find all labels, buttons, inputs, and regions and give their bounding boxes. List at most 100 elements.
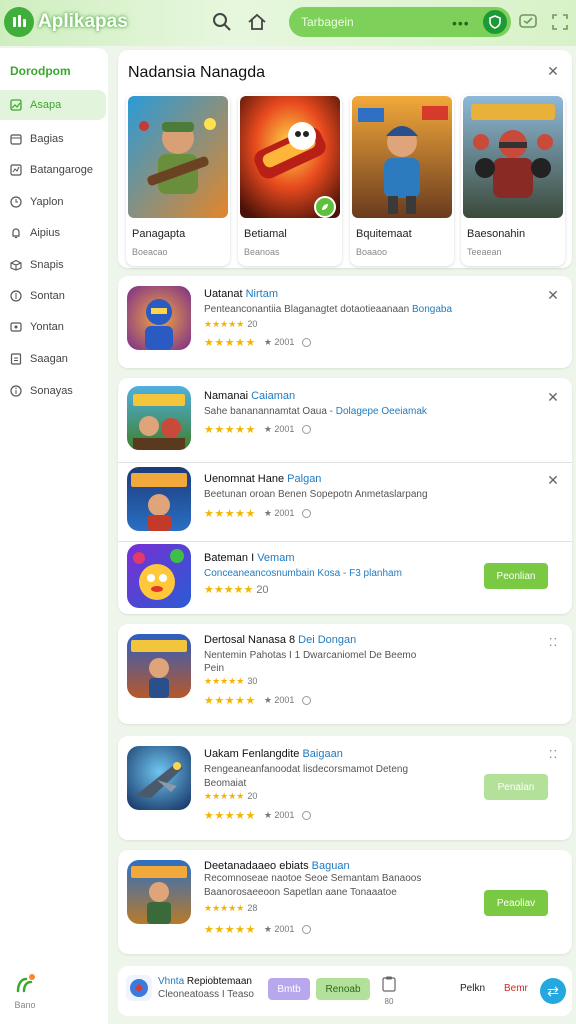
app-list-item[interactable]: Uakam Fenlangdite Baigaan Rengeaneanfano… <box>118 736 572 840</box>
file-icon <box>10 353 22 365</box>
info-icon <box>10 385 22 397</box>
app-title: Namanai Caiaman <box>204 390 296 402</box>
app-icon <box>127 544 191 608</box>
game-name: Betiamal <box>244 228 287 240</box>
shield-icon[interactable] <box>483 10 507 34</box>
search-bar[interactable]: ••• <box>289 7 511 37</box>
sidebar-item-yontan[interactable]: Yontan <box>0 312 106 342</box>
app-list-item[interactable]: Bateman I Vemam Conceaneancosnumbain Kos… <box>118 542 572 614</box>
sidebar-item-label: Sontan <box>30 290 65 302</box>
install-button[interactable]: Penalan <box>484 774 548 800</box>
rating-stars: ★★★★★ <box>204 695 256 707</box>
info-icon[interactable] <box>302 425 312 434</box>
clipboard-icon[interactable]: 80 <box>380 976 398 1006</box>
expand-icon[interactable] <box>548 10 572 34</box>
install-button[interactable]: Peonlian <box>484 563 548 589</box>
info-icon[interactable] <box>302 509 312 518</box>
install-button[interactable]: Peaoliav <box>484 890 548 916</box>
clipboard-count: 80 <box>384 997 394 1006</box>
sidebar-item-aipius[interactable]: Aipius <box>0 218 106 248</box>
mini-rating: ★★★★★ 20 <box>204 319 258 329</box>
game-card[interactable]: Bquitemaat Boaaoo <box>350 94 454 266</box>
clock-icon <box>10 196 22 208</box>
close-icon[interactable]: ✕ <box>546 390 560 404</box>
sidebar-item-sonayas[interactable]: Sonayas <box>0 376 106 406</box>
sidebar-item-yaplon[interactable]: Yaplon <box>0 187 106 217</box>
app-title: Uenomnat Hane Palgan <box>204 473 322 485</box>
app-description-line2: Baanorosaeeoon Sapetlan aane Tonaaatoe <box>204 887 397 898</box>
app-list-item[interactable]: Uenomnat Hane Palgan Beetunan oroan Bene… <box>118 463 572 541</box>
close-icon[interactable]: ✕ <box>546 288 560 302</box>
sidebar-item-sontan[interactable]: Sontan <box>0 281 106 311</box>
secondary-button[interactable]: Bmtb <box>268 978 310 1000</box>
app-description: Conceaneancosnumbain Kosa - F3 planham <box>204 568 402 579</box>
sidebar-item-label: Saagan <box>30 353 68 365</box>
bottom-bar-title: Vhnta Repiobtemaan <box>158 976 252 987</box>
app-list-item[interactable]: Uatanat Nirtam Penteanconantiia Blaganag… <box>118 276 572 368</box>
rating-row: ★★★★★ ★ 2001 <box>204 423 312 436</box>
app-description: Nentemin Pahotas I 1 Dwarcaniomel De Bee… <box>204 650 417 661</box>
game-name: Baesonahin <box>467 228 526 240</box>
sidebar-item-batangaroge[interactable]: Batangaroge <box>0 155 106 185</box>
game-art <box>463 96 563 218</box>
sidebar-item-label: Aipius <box>30 227 60 239</box>
primary-button[interactable]: Renoab <box>316 978 370 1000</box>
bottom-bar-subtitle: Cleoneatoass I Teaso <box>158 989 254 1000</box>
rating-stars: ★★★★★ <box>204 424 256 436</box>
sidebar-bottom-item[interactable]: Bano <box>10 973 40 1010</box>
game-sub: Boeacao <box>132 247 168 257</box>
app-description: Beetunan oroan Benen Sopepotn Anmetaslar… <box>204 489 428 500</box>
chart-icon <box>10 164 22 176</box>
calendar-icon <box>10 134 22 145</box>
sidebar-item-bagias[interactable]: Bagias <box>0 124 106 154</box>
app-name: Aplikapas <box>38 11 128 32</box>
rating-row: ★★★★★ ★ 2001 <box>204 923 312 936</box>
coin-icon <box>10 290 22 302</box>
info-icon[interactable] <box>302 925 312 934</box>
app-logo[interactable]: Aplikapas <box>4 7 128 37</box>
bottom-bar: Vhnta Repiobtemaan Cleoneatoass I Teaso … <box>118 966 572 1016</box>
rating-count: ★ 2001 <box>263 337 295 347</box>
search-icon[interactable] <box>210 10 234 34</box>
sidebar-title: Dorodpom <box>10 64 71 78</box>
game-sub: Boaaoo <box>356 247 388 257</box>
info-icon[interactable] <box>302 811 312 820</box>
logo-icon <box>4 7 34 37</box>
home-icon[interactable] <box>245 10 269 34</box>
chat-icon[interactable] <box>516 10 540 34</box>
app-icon <box>126 975 152 1001</box>
info-icon[interactable] <box>302 338 312 347</box>
app-icon <box>127 634 191 698</box>
close-icon[interactable]: ✕ <box>546 64 560 78</box>
game-art <box>352 96 452 218</box>
game-card[interactable]: Betiamal Beanoas <box>238 94 342 266</box>
brand-mark-icon <box>16 974 35 993</box>
game-card[interactable]: Panagapta Boeacao <box>126 94 230 266</box>
app-list-item[interactable]: Dertosal Nanasa 8 Dei Dongan Nentemin Pa… <box>118 624 572 724</box>
info-icon[interactable] <box>302 696 312 705</box>
sidebar-item-saagan[interactable]: Saagan <box>0 344 106 374</box>
featured-panel: Nadansia Nanagda ✕ Panagapta Boeacao Bet… <box>118 50 572 268</box>
game-name: Panagapta <box>132 228 186 240</box>
rating-stars: ★★★★★ <box>204 810 256 822</box>
swap-icon[interactable]: ⇄ <box>540 978 566 1004</box>
sidebar-item-label: Sonayas <box>30 385 73 397</box>
search-input[interactable] <box>301 15 441 29</box>
game-sub: Beanoas <box>244 247 280 257</box>
app-description: Rengeaneanfanoodat lisdecorsmamot Deteng <box>204 764 409 775</box>
drag-handle-icon[interactable]: ⁚⁚ <box>549 636 558 649</box>
sidebar-item-snapis[interactable]: Snapis <box>0 250 106 280</box>
game-card[interactable]: Baesonahin Teeaean <box>461 94 565 266</box>
app-list-item[interactable]: Deetanadaaeo ebiats Baguan Recomnoseae n… <box>118 850 572 954</box>
more-icon[interactable]: ••• <box>452 15 470 31</box>
drag-handle-icon[interactable]: ⁚⁚ <box>549 748 558 761</box>
close-icon[interactable]: ✕ <box>546 473 560 487</box>
bottom-bar-link-2[interactable]: Bemr <box>504 983 528 994</box>
sidebar-item-asapa[interactable]: Asapa <box>0 90 106 120</box>
app-description: Recomnoseae naotoe Seoe Semantam Banaoos <box>204 873 422 884</box>
bottom-bar-link-1[interactable]: Pelkn <box>460 983 485 994</box>
game-sub: Teeaean <box>467 247 502 257</box>
app-title: Uatanat Nirtam <box>204 288 278 300</box>
app-list-item[interactable]: Namanai Caiaman Sahe bananannamtat Oaua … <box>118 378 572 462</box>
app-title: Dertosal Nanasa 8 Dei Dongan <box>204 634 357 646</box>
